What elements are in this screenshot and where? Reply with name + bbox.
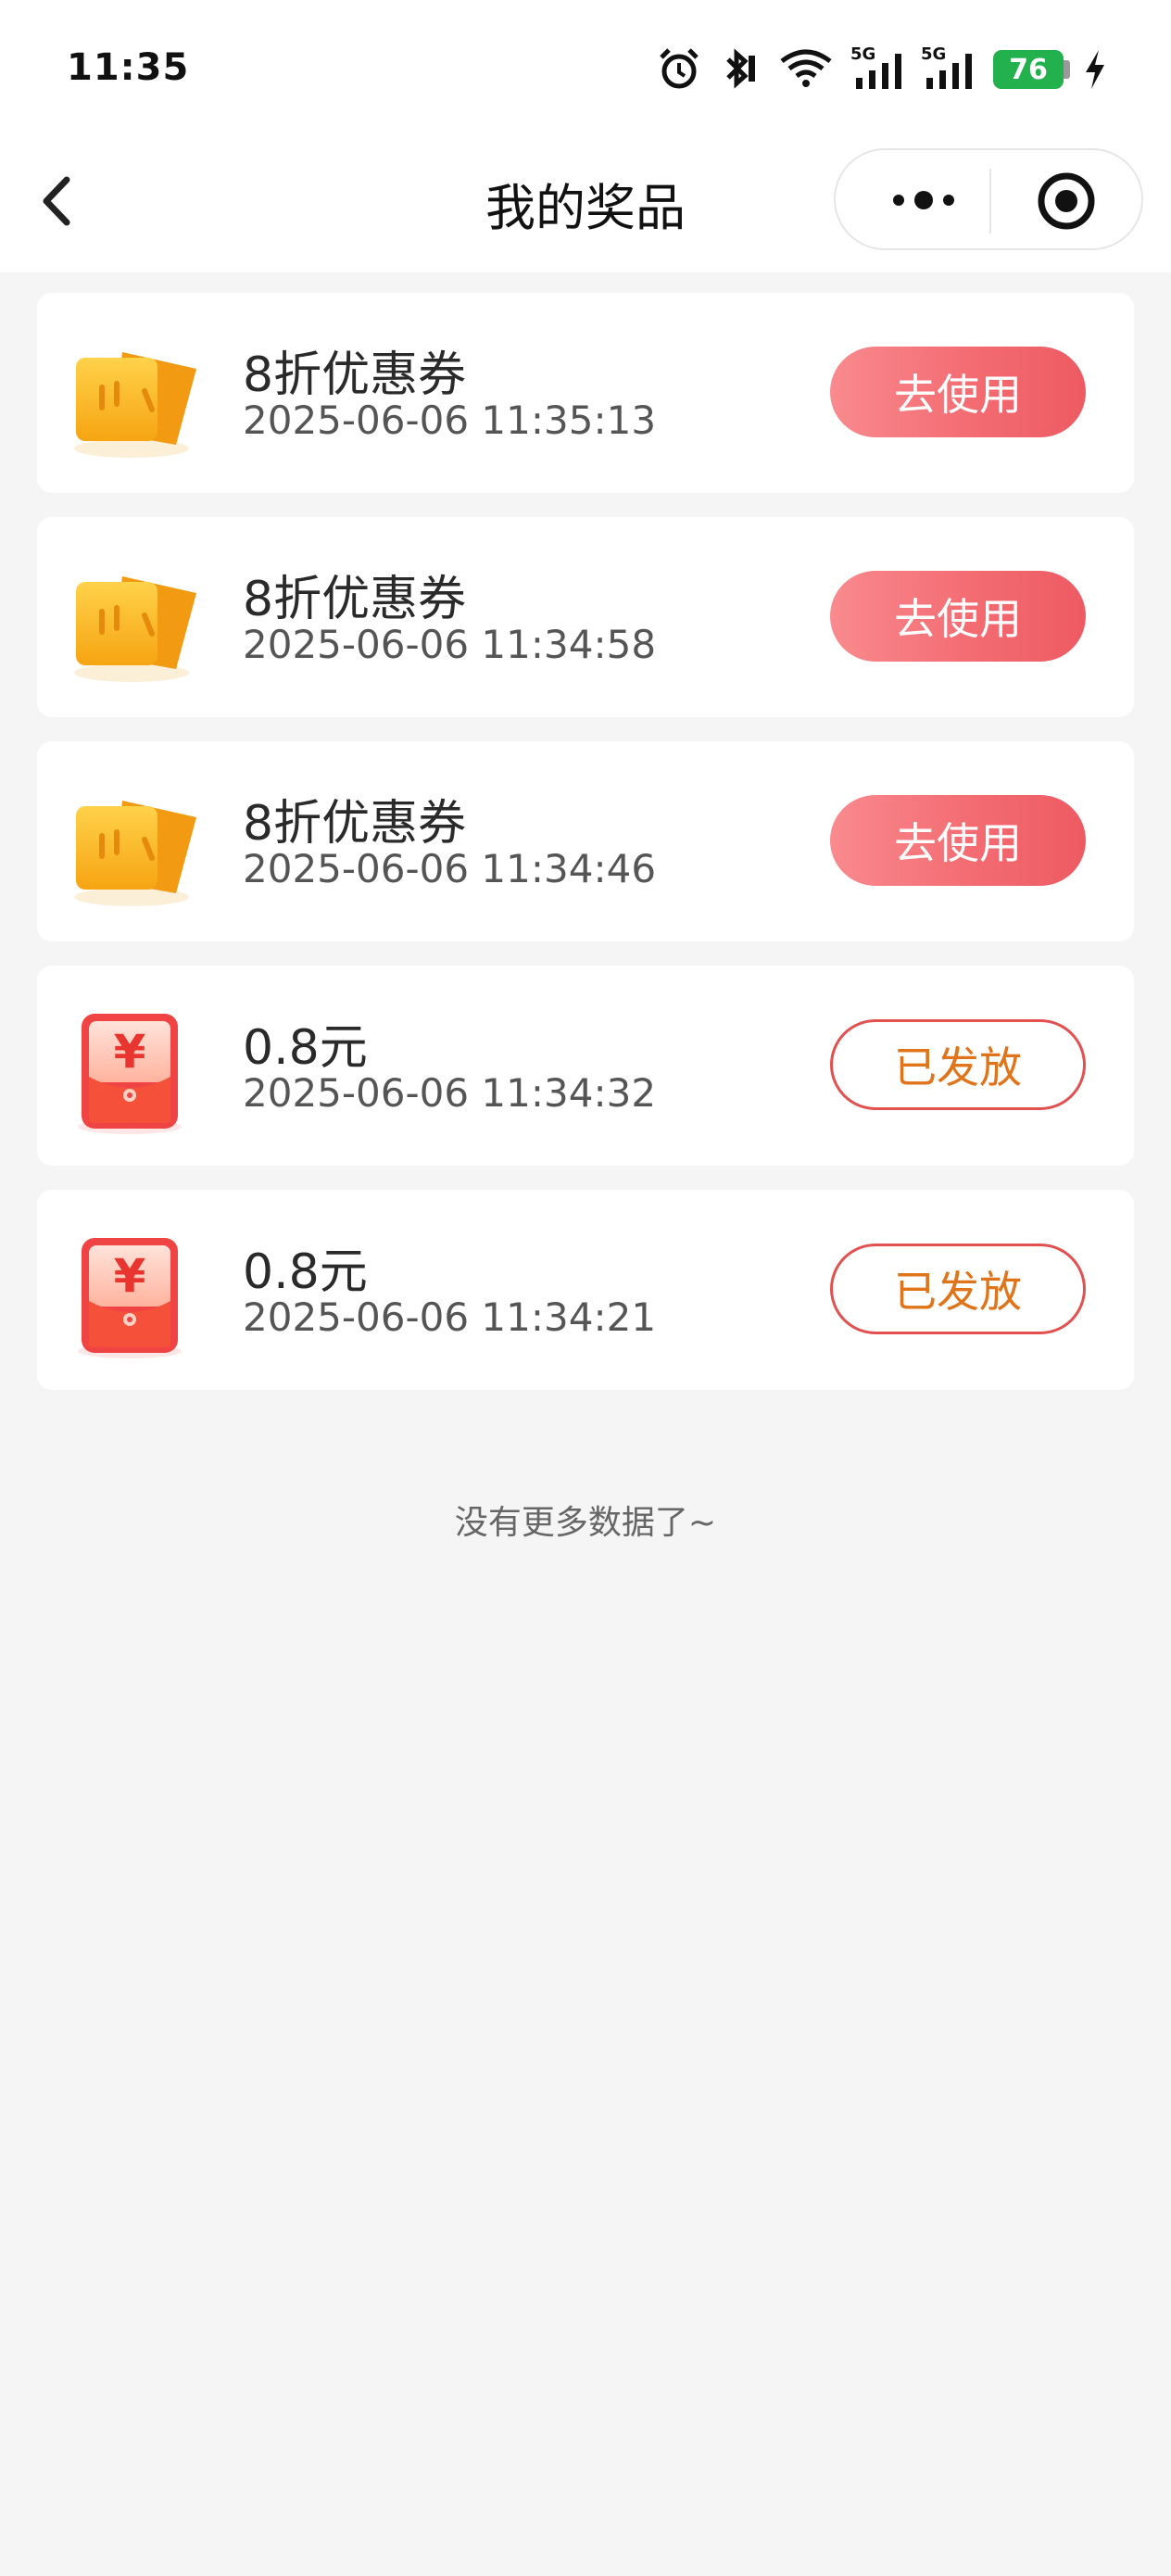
use-button[interactable]: 去使用 [830, 795, 1086, 886]
signal-icon [926, 54, 972, 89]
status-time: 11:35 [67, 46, 190, 89]
battery-icon: 76 [993, 50, 1064, 89]
prize-card: 8折优惠券 2025-06-06 11:34:58 去使用 [37, 517, 1134, 717]
red-envelope-icon: ¥ [78, 1238, 182, 1358]
use-button[interactable]: 去使用 [830, 571, 1086, 662]
prize-name: 0.8元 [243, 1244, 368, 1300]
prize-time: 2025-06-06 11:34:58 [243, 622, 657, 667]
wifi-icon [780, 49, 832, 87]
issued-button[interactable]: 已发放 [830, 1244, 1086, 1334]
target-icon[interactable] [1034, 169, 1099, 234]
coupon-icon [74, 352, 196, 458]
prize-card: ¥ 0.8元 2025-06-06 11:34:21 已发放 [37, 1190, 1134, 1390]
prize-name: 8折优惠券 [243, 572, 467, 627]
prize-time: 2025-06-06 11:34:21 [243, 1294, 657, 1340]
bluetooth-icon [726, 48, 755, 89]
coupon-icon [74, 801, 196, 906]
alarm-icon [660, 48, 699, 89]
prize-name: 8折优惠券 [243, 347, 467, 403]
prize-card: ¥ 0.8元 2025-06-06 11:34:32 已发放 [37, 966, 1134, 1166]
prize-time: 2025-06-06 11:34:46 [243, 846, 657, 891]
header: 11:35 5G 5G 76 我的奖品 [0, 0, 1171, 272]
prize-card: 8折优惠券 2025-06-06 11:34:46 去使用 [37, 741, 1134, 941]
prize-card: 8折优惠券 2025-06-06 11:35:13 去使用 [37, 293, 1134, 493]
status-icons: 5G 5G 76 [648, 41, 1167, 96]
use-button[interactable]: 去使用 [830, 347, 1086, 437]
prize-time: 2025-06-06 11:34:32 [243, 1070, 657, 1116]
charging-icon [1086, 50, 1104, 89]
more-dots-icon[interactable] [873, 172, 975, 228]
svg-text:¥: ¥ [114, 1249, 146, 1303]
prize-time: 2025-06-06 11:35:13 [243, 398, 657, 443]
capsule-divider [989, 169, 991, 234]
prize-list: 8折优惠券 2025-06-06 11:35:13 去使用 8折优惠券 2025… [37, 293, 1134, 1414]
coupon-icon [74, 576, 196, 682]
battery-cap [1064, 60, 1070, 79]
issued-button[interactable]: 已发放 [830, 1019, 1086, 1110]
red-envelope-icon: ¥ [78, 1014, 182, 1134]
signal-icon [856, 54, 901, 89]
prize-name: 0.8元 [243, 1020, 368, 1076]
prize-name: 8折优惠券 [243, 796, 467, 852]
no-more-data-text: 没有更多数据了~ [454, 1504, 717, 1542]
mini-program-capsule [834, 148, 1143, 250]
svg-text:¥: ¥ [114, 1025, 146, 1079]
